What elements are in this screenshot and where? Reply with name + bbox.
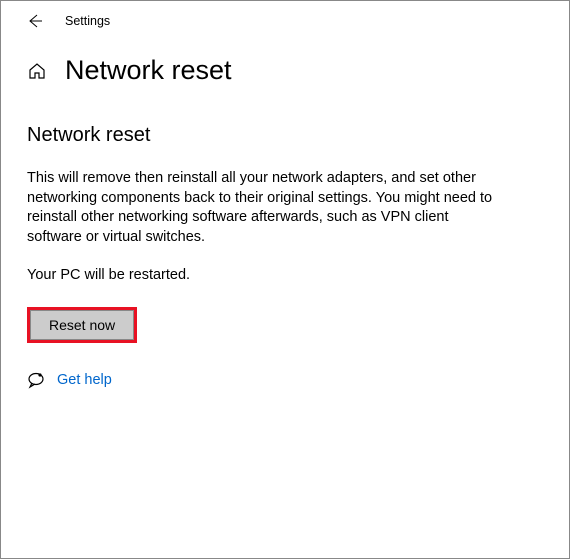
reset-button-highlight: Reset now [27, 307, 137, 343]
home-icon[interactable] [27, 61, 47, 81]
page-heading-row: Network reset [1, 37, 569, 94]
restart-note: Your PC will be restarted. [27, 267, 495, 283]
app-header: Settings [1, 1, 569, 37]
description-text: This will remove then reinstall all your… [27, 169, 495, 247]
app-title: Settings [65, 14, 110, 28]
content-area: Network reset This will remove then rein… [1, 94, 521, 389]
reset-now-button[interactable]: Reset now [30, 310, 134, 340]
get-help-link[interactable]: Get help [27, 371, 495, 389]
get-help-label: Get help [57, 372, 112, 388]
chat-help-icon [27, 371, 45, 389]
section-subheading: Network reset [27, 124, 495, 147]
back-arrow-icon[interactable] [27, 13, 43, 29]
page-title: Network reset [65, 55, 232, 86]
